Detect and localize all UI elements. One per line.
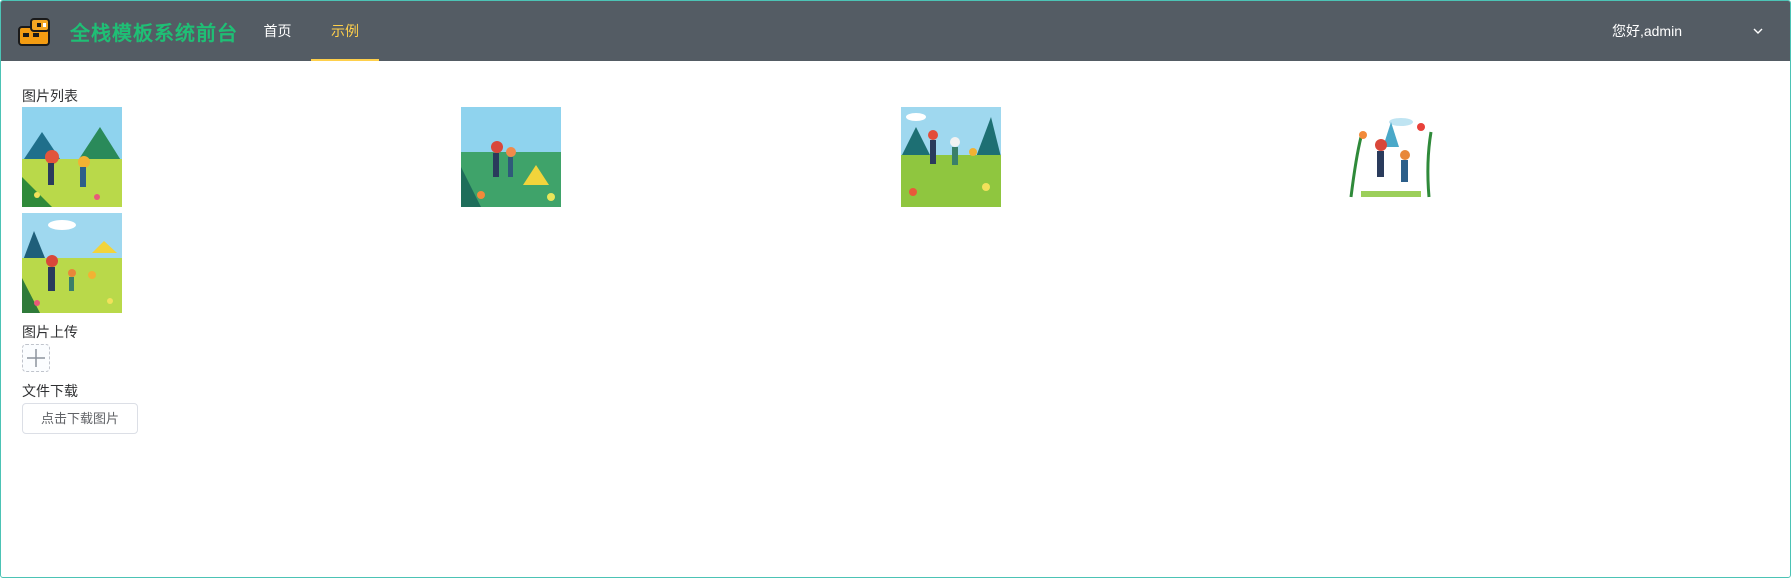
nav-example[interactable]: 示例 xyxy=(311,1,379,61)
chevron-down-icon[interactable] xyxy=(1752,25,1764,37)
download-image-button[interactable]: 点击下载图片 xyxy=(22,403,138,434)
app-window: 全栈模板系统前台 首页 示例 您好,admin 图片列表 图片上传 文件下载 点… xyxy=(0,0,1791,578)
plus-icon xyxy=(27,349,45,367)
file-download-label: 文件下载 xyxy=(22,383,78,399)
image-thumbnail-1[interactable] xyxy=(22,107,122,207)
image-list-label: 图片列表 xyxy=(22,88,78,104)
user-greeting[interactable]: 您好,admin xyxy=(1612,1,1682,61)
nav-home[interactable]: 首页 xyxy=(246,1,309,61)
brand-title: 全栈模板系统前台 xyxy=(70,23,238,45)
image-thumbnail-4[interactable] xyxy=(1341,107,1441,207)
image-thumbnail-5[interactable] xyxy=(22,213,122,313)
image-upload-button[interactable] xyxy=(22,344,50,372)
image-upload-label: 图片上传 xyxy=(22,324,78,340)
image-thumbnail-2[interactable] xyxy=(461,107,561,207)
image-thumbnail-3[interactable] xyxy=(901,107,1001,207)
top-navbar: 全栈模板系统前台 首页 示例 您好,admin xyxy=(1,1,1790,61)
logo-icon xyxy=(18,18,50,46)
